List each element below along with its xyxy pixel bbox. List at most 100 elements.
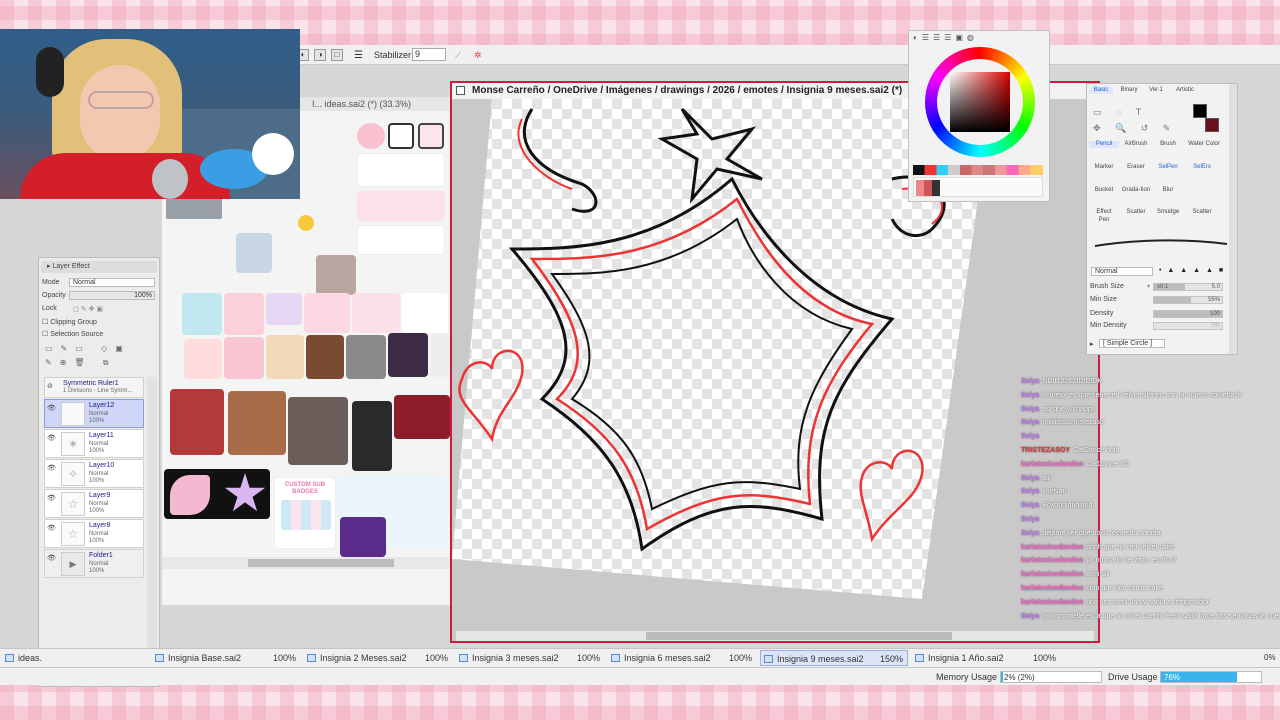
chat-username[interactable]: Seiya [1021, 475, 1039, 482]
brush-size-mult: x0.1 [1157, 284, 1169, 290]
tab-insignia-2-meses[interactable]: Insignia 2 Meses.sai2 100% [304, 650, 452, 666]
chat-username[interactable]: Seiya [1021, 488, 1039, 495]
chat-username[interactable]: karlatoxicodandon [1021, 544, 1083, 551]
eye-icon[interactable]: 👁 [47, 434, 56, 442]
emote-sticker [184, 339, 222, 379]
density-slider[interactable]: 100 [1153, 310, 1223, 318]
tab-bar-corner-value: 0% [1264, 653, 1276, 662]
tool-selpen[interactable]: SelPen [1153, 164, 1183, 171]
chat-username[interactable]: Seiya [1021, 516, 1039, 523]
tool-pen[interactable]: Pen [1089, 217, 1119, 224]
tab-binary[interactable]: Binary [1117, 87, 1141, 94]
tool-effect[interactable]: Effect [1089, 209, 1119, 216]
eye-icon[interactable]: 👁 [47, 464, 56, 472]
tab-ideas[interactable]: ideas. [2, 650, 42, 666]
tool-panel-scrollbar[interactable] [1229, 84, 1237, 354]
eye-icon[interactable]: 👁 [47, 494, 56, 502]
color-swatch-row[interactable] [913, 165, 1043, 175]
min-density-slider[interactable]: 0% [1153, 322, 1223, 330]
layer-item-layer9[interactable]: 👁 ☆ Layer9 Normal 100% [44, 489, 144, 518]
custom-swatches[interactable] [913, 177, 1043, 197]
tab-artistic[interactable]: Artistic [1171, 87, 1199, 94]
eye-icon[interactable]: 👁 [47, 524, 56, 532]
ideas-scrollbar[interactable] [162, 557, 450, 569]
tool-brush[interactable]: Brush [1153, 141, 1183, 148]
tool-smudge[interactable]: Smudge [1153, 209, 1183, 216]
chat-username[interactable]: karlatoxicodandon [1021, 599, 1083, 606]
tab-insignia-9-meses[interactable]: Insignia 9 meses.sai2 150% [760, 650, 908, 666]
eye-icon[interactable]: 👁 [47, 554, 56, 562]
brush-shape-icons[interactable]: • ▲ ▲ ▲ ▲ ■ [1159, 267, 1225, 274]
saturation-square[interactable] [950, 72, 1010, 132]
tool-scatter-2[interactable]: Scatter [1187, 209, 1217, 216]
chat-username[interactable]: karlatoxicodandon [1021, 557, 1083, 564]
tool-gradation[interactable]: Grada-tion [1121, 187, 1151, 194]
tool-pencil[interactable]: Pencil [1089, 141, 1119, 148]
selection-tools[interactable]: ▭ ◌ T ✥ 🔍 ↺ ✎ [1093, 104, 1183, 138]
chat-username[interactable]: Seiya [1021, 419, 1039, 426]
color-panel-tabs[interactable]: ◐☰☰☰▣◍ [913, 33, 1009, 45]
tool-selers[interactable]: SelErs [1187, 164, 1217, 171]
selection-source-checkbox[interactable]: ☐ Selection Source [42, 330, 103, 338]
opacity-slider[interactable]: 100% [69, 291, 155, 300]
secondary-color-swatch[interactable] [1205, 118, 1219, 132]
chat-username[interactable]: Seiya [1021, 613, 1039, 620]
chevron-down-icon[interactable]: ▾ [1147, 283, 1150, 290]
folder-expand-icon[interactable]: ▶ [61, 552, 85, 576]
symmetry-icon[interactable]: ✲ [474, 50, 482, 61]
blend-mode-select[interactable]: Normal [1091, 267, 1153, 276]
layer-actions-row-2[interactable]: ✎⊕🗑 ⧉ [45, 358, 155, 372]
tab-basic[interactable]: Basic [1089, 87, 1113, 94]
tab-insignia-base[interactable]: Insignia Base.sai2 100% [152, 650, 300, 666]
layer-item-folder1[interactable]: 👁 ▶ Folder1 Normal 100% [44, 549, 144, 578]
stabilizer-select[interactable]: 9 [412, 48, 446, 61]
chat-username[interactable]: Seiya [1021, 502, 1039, 509]
layer-item-layer11[interactable]: 👁 ✶ Layer11 Normal 100% [44, 429, 144, 458]
brush-size-slider[interactable]: x0.1 5.0 [1153, 283, 1223, 291]
tool-eraser[interactable]: Eraser [1121, 164, 1151, 171]
chat-username[interactable]: Seiya [1021, 378, 1039, 385]
chat-username[interactable]: karlatoxicodandon [1021, 571, 1083, 578]
webcam-overlay [0, 29, 300, 199]
chat-username[interactable]: karlatoxicodandon [1021, 585, 1083, 592]
chat-username[interactable]: karlatoxicodandon [1021, 461, 1083, 468]
chat-username[interactable]: Seiya [1021, 406, 1039, 413]
layer-item-layer8[interactable]: 👁 ☆ Layer8 Normal 100% [44, 519, 144, 548]
tool-blur[interactable]: Blur [1153, 187, 1183, 194]
lock-icons[interactable]: ◻ ✎ ✥ ▣ [73, 305, 103, 313]
chat-username[interactable]: Seiya [1021, 392, 1039, 399]
tool-scatter[interactable]: Scatter [1121, 209, 1151, 216]
brush-shape-select[interactable]: [ Simple Circle ] [1099, 339, 1165, 348]
chevron-right-icon[interactable]: ▸ [1090, 340, 1094, 348]
tool-marker[interactable]: Marker [1089, 164, 1119, 171]
main-scrollbar[interactable] [456, 631, 1094, 641]
layer-item-layer12[interactable]: 👁 Layer12 Normal 100% [44, 399, 144, 428]
tab-insignia-1-ano[interactable]: Insignia 1 Año.sai2 100% [912, 650, 1060, 666]
layer-item-layer10[interactable]: 👁 ✧ Layer10 Normal 100% [44, 459, 144, 488]
primary-color-swatch[interactable] [1193, 104, 1207, 118]
layer-scrollbar[interactable] [147, 377, 157, 685]
tool-bucket[interactable]: Bucket [1089, 187, 1119, 194]
hue-wheel[interactable] [925, 47, 1035, 157]
chat-username[interactable]: Seiya [1021, 433, 1039, 440]
deselect-icon[interactable]: □ [331, 49, 343, 61]
chat-username[interactable]: Seiya [1021, 530, 1039, 537]
tab-insignia-3-meses[interactable]: Insignia 3 meses.sai2 100% [456, 650, 604, 666]
layer-effect-header[interactable]: ▸ Layer Effect [41, 261, 157, 273]
layer-item-symmetric-ruler[interactable]: ⊘ Symmetric Ruler1 1 Divisions - Line Sy… [44, 377, 144, 398]
clipping-group-checkbox[interactable]: ☐ Clipping Group [42, 318, 97, 326]
mode-select[interactable]: Normal [69, 278, 155, 287]
chat-text: ahhh que no red velvet cake [1086, 543, 1175, 551]
min-size-slider[interactable]: 55% [1153, 296, 1223, 304]
eye-icon[interactable]: 👁 [47, 404, 56, 412]
mode-label: Mode [42, 279, 60, 286]
layer-actions-row-1[interactable]: ▭✎▭ ◇▣ [45, 344, 155, 358]
tab-ver1[interactable]: Ver.1 [1145, 87, 1167, 94]
redo-icon[interactable]: ◑ [314, 49, 326, 61]
tab-insignia-6-meses[interactable]: Insignia 6 meses.sai2 100% [608, 650, 756, 666]
chat-username[interactable]: TRISTEZASOY [1021, 447, 1070, 454]
line-tool-icon[interactable]: ⟋ [455, 50, 461, 61]
tool-watercolor[interactable]: Water Color [1187, 141, 1221, 148]
tool-airbrush[interactable]: AirBrush [1121, 141, 1151, 148]
chat-text: NDIDJDIDJDIDIDK [1042, 378, 1103, 385]
